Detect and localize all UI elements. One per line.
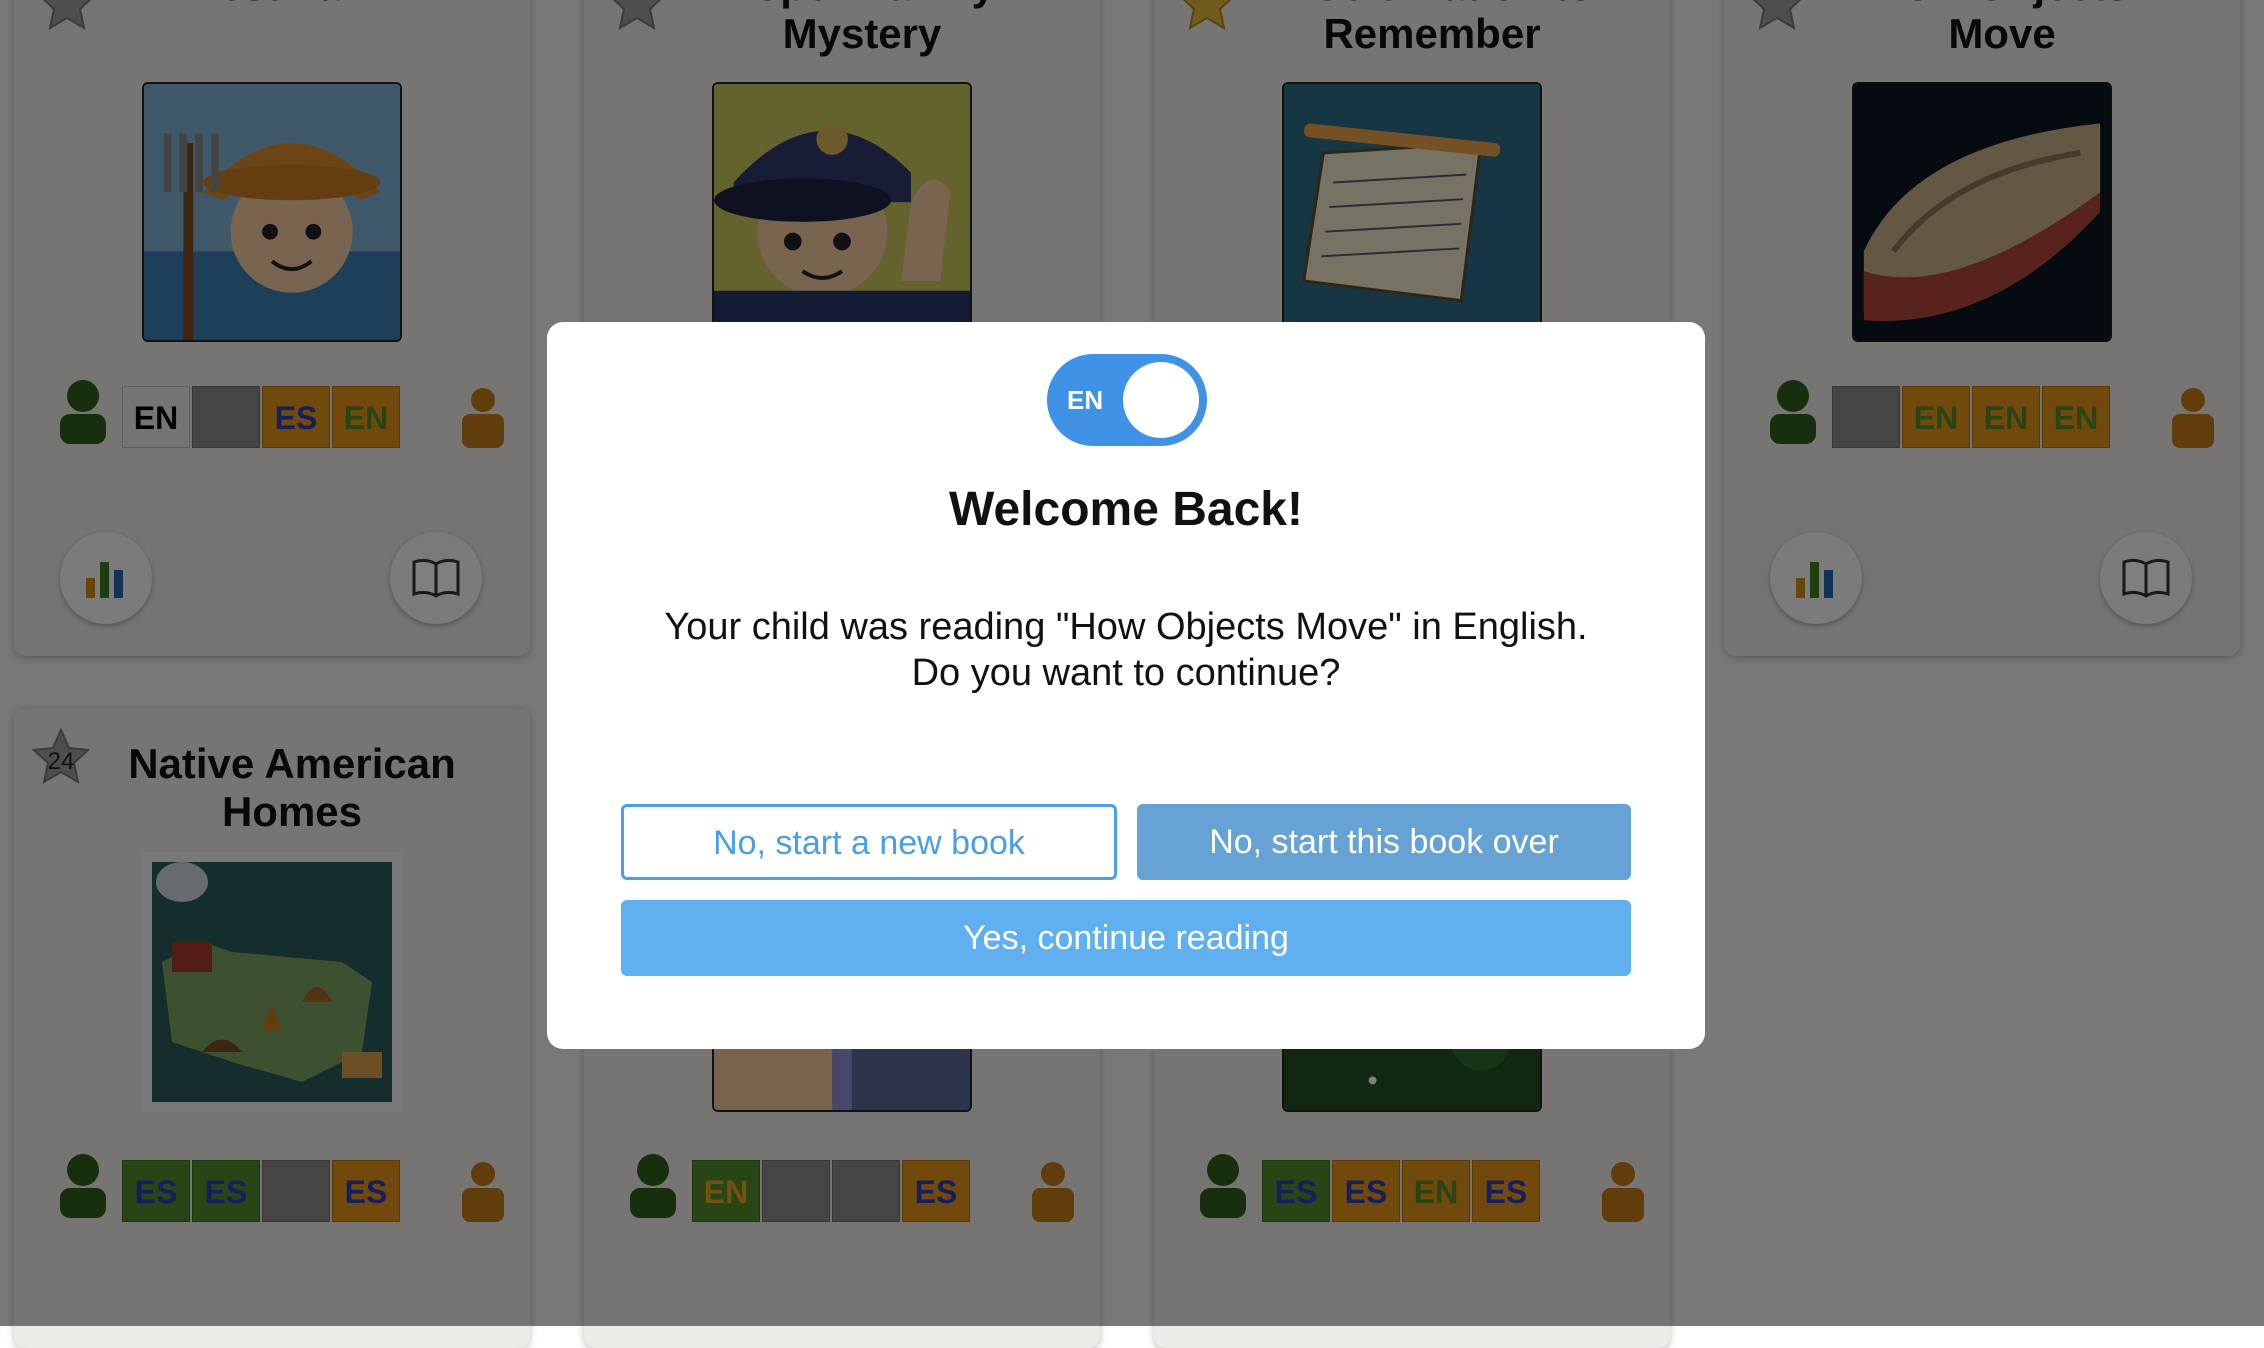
welcome-back-dialog: EN Welcome Back! Your child was reading … (547, 322, 1705, 1049)
start-book-over-button[interactable]: No, start this book over (1137, 804, 1631, 880)
dialog-message-line2: Do you want to continue? (911, 652, 1341, 694)
dialog-title: Welcome Back! (949, 483, 1303, 536)
language-toggle[interactable]: EN (1047, 354, 1207, 446)
continue-reading-button[interactable]: Yes, continue reading (621, 900, 1631, 976)
dialog-message: Your child was reading "How Objects Move… (607, 604, 1645, 696)
toggle-label: EN (1067, 385, 1104, 415)
start-new-book-button[interactable]: No, start a new book (621, 804, 1117, 880)
toggle-knob[interactable] (1123, 362, 1199, 438)
dialog-message-line1: Your child was reading "How Objects Move… (664, 606, 1588, 648)
